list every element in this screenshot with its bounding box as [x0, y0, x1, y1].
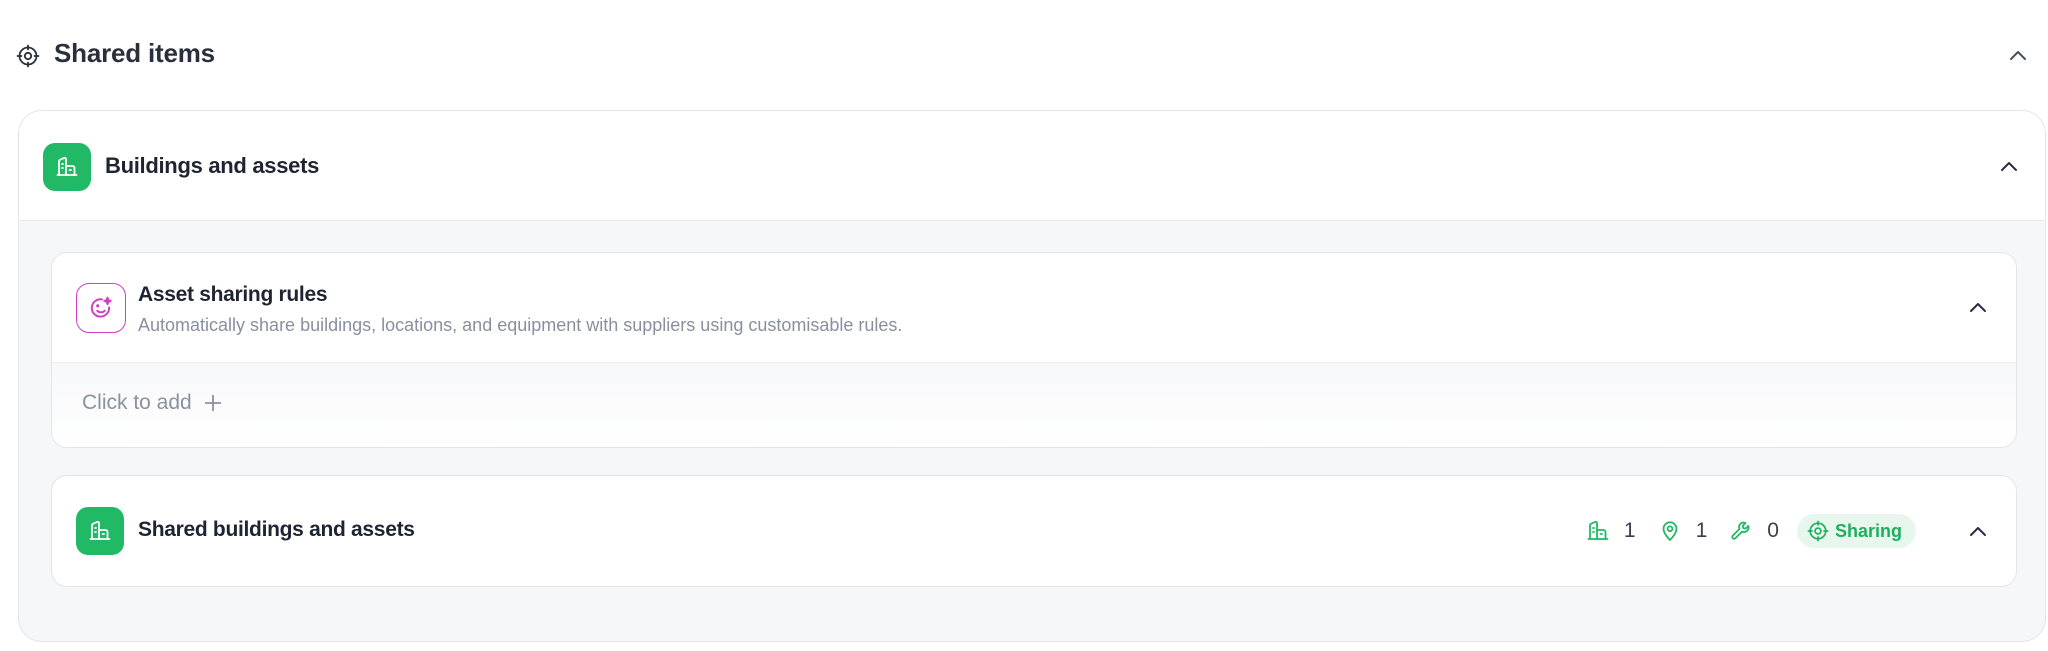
asset-sharing-rules-header[interactable]: Asset sharing rules Automatically share … [52, 253, 2016, 363]
buildings-assets-title: Buildings and assets [105, 153, 320, 178]
sharing-status-label: Sharing [1834, 520, 1902, 541]
asset-sharing-rules-title: Asset sharing rules [138, 283, 328, 306]
asset-sharing-rules-badge [76, 283, 126, 333]
collapse-buildings-chevron-up-icon[interactable] [1997, 155, 2021, 179]
asset-sharing-rules-description: Automatically share buildings, locations… [138, 315, 903, 335]
section-title: Shared items [54, 38, 215, 68]
building-icon [89, 520, 111, 540]
click-to-add-label: Click to add [82, 391, 192, 414]
buildings-count-value: 1 [1623, 519, 1636, 542]
sharing-status-badge: Sharing [1796, 514, 1916, 548]
buildings-assets-badge [43, 143, 91, 191]
section-header: Shared items [0, 0, 2048, 110]
shared-buildings-assets-card[interactable]: Shared buildings and assets 1 1 0 Sharin… [51, 475, 2017, 587]
shared-stats: 1 1 0 Sharing [1586, 512, 1916, 550]
click-to-add-button[interactable]: Click to add [82, 391, 224, 415]
smiley-sparkle-icon [90, 296, 112, 318]
buildings-count: 1 [1586, 519, 1636, 543]
share-target-icon [1807, 520, 1829, 542]
equipment-count-value: 0 [1767, 519, 1779, 542]
building-icon [1587, 520, 1609, 540]
collapse-section-chevron-up-icon[interactable] [2006, 44, 2030, 68]
equipment-count: 0 [1729, 519, 1779, 543]
locations-count-value: 1 [1695, 519, 1708, 542]
collapse-shared-chevron-up-icon[interactable] [1966, 520, 1990, 544]
collapse-rules-chevron-up-icon[interactable] [1966, 296, 1990, 320]
wrench-icon [1731, 521, 1750, 540]
buildings-assets-header[interactable]: Buildings and assets [19, 111, 2045, 221]
locations-count: 1 [1658, 519, 1708, 543]
buildings-assets-card: Buildings and assets Asset sharing rules… [18, 110, 2046, 642]
asset-sharing-rules-card: Asset sharing rules Automatically share … [51, 252, 2017, 448]
plus-icon [204, 394, 221, 412]
shared-buildings-badge [76, 507, 124, 555]
asset-sharing-rules-body: Click to add [52, 363, 2016, 447]
building-icon [56, 156, 78, 176]
location-pin-icon [1662, 521, 1678, 541]
share-target-icon [16, 44, 40, 68]
page: Shared items Buildings and assets Asset … [0, 0, 2048, 651]
shared-buildings-title: Shared buildings and assets [138, 518, 415, 541]
